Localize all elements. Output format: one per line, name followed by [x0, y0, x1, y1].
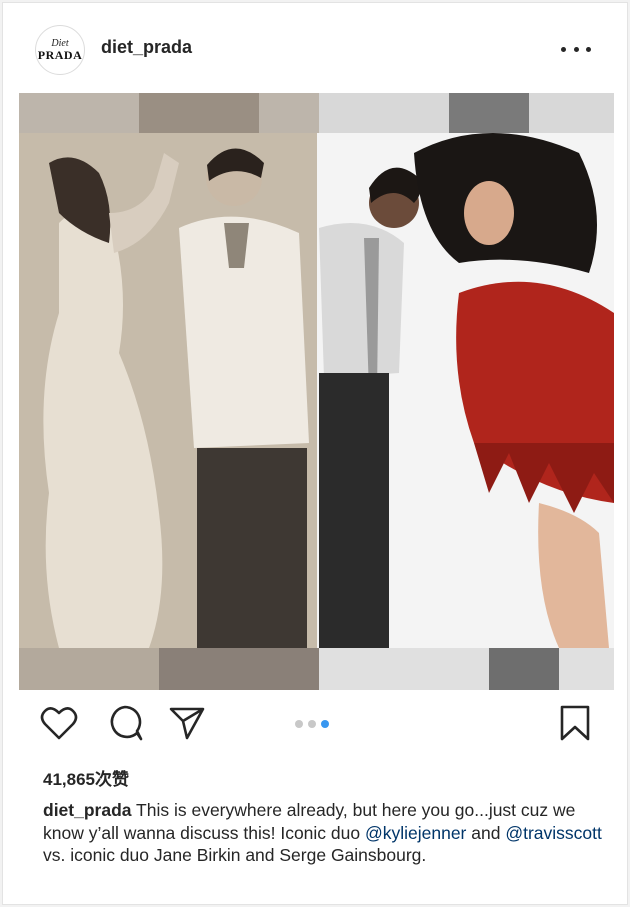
- like-count[interactable]: 41,865次赞: [43, 765, 129, 790]
- action-bar: [3, 703, 629, 747]
- post-caption: diet_prada This is everywhere already, b…: [43, 799, 603, 867]
- heart-icon[interactable]: [39, 703, 79, 743]
- avatar[interactable]: Diet PRADA: [35, 25, 85, 75]
- carousel-indicator: [295, 720, 329, 728]
- carousel-dot: [308, 720, 316, 728]
- bookmark-icon[interactable]: [555, 703, 595, 743]
- caption-username[interactable]: diet_prada: [43, 800, 132, 820]
- mention-link[interactable]: @kyliejenner: [365, 823, 466, 843]
- post-image[interactable]: [19, 93, 614, 690]
- username[interactable]: diet_prada: [101, 37, 192, 58]
- mention-link[interactable]: @travisscott: [505, 823, 602, 843]
- more-dot: [586, 46, 591, 52]
- send-icon[interactable]: [167, 703, 207, 743]
- post-header: Diet PRADA diet_prada: [3, 3, 629, 95]
- comment-icon[interactable]: [105, 703, 145, 743]
- caption-text: vs. iconic duo Jane Birkin and Serge Gai…: [43, 845, 427, 865]
- more-dot: [573, 46, 579, 52]
- carousel-dot: [295, 720, 303, 728]
- more-options-icon[interactable]: [561, 39, 591, 59]
- carousel-dot-active: [321, 720, 329, 728]
- more-dot: [561, 46, 566, 52]
- caption-text: and: [466, 822, 506, 843]
- post-card: Diet PRADA diet_prada 41,865次赞 diet_prad…: [2, 2, 628, 905]
- avatar-logo-big: PRADA: [37, 48, 83, 62]
